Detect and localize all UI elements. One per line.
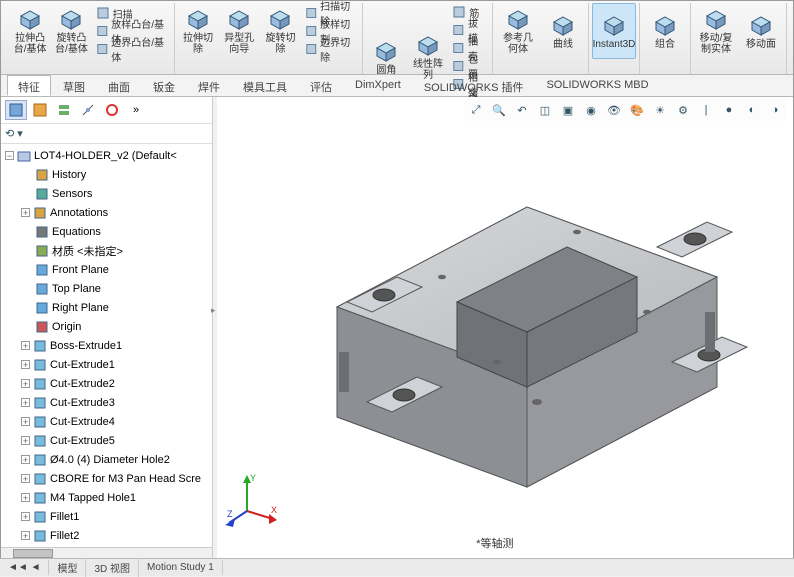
bottom-tab-3dview[interactable]: 3D 视图 bbox=[86, 558, 139, 577]
ribbon-combine[interactable]: 组合 bbox=[643, 3, 687, 59]
heads-up-toolbar: ⤢🔍↶◫▣◉👁🎨☀⚙|●◐◑ bbox=[464, 99, 787, 121]
tree-item-ce3[interactable]: +Cut-Extrude3 bbox=[21, 393, 210, 412]
tree-toolbar-icon[interactable]: ⟲ ▾ bbox=[5, 128, 23, 140]
headsup-prev-view[interactable]: ↶ bbox=[512, 101, 532, 119]
headsup-edit-appearance[interactable]: 🎨 bbox=[627, 101, 647, 119]
view-triad[interactable]: Y X Z bbox=[225, 473, 279, 527]
tree-item-ce2[interactable]: +Cut-Extrude2 bbox=[21, 374, 210, 393]
headsup-render2[interactable]: ◐ bbox=[742, 101, 762, 119]
tab-weldments[interactable]: 焊件 bbox=[187, 75, 231, 96]
tree-root[interactable]: −LOT4-HOLDER_v2 (Default< bbox=[5, 146, 210, 165]
tab-sheetmetal[interactable]: 钣金 bbox=[142, 75, 186, 96]
headsup-zoom-fit[interactable]: ⤢ bbox=[466, 101, 486, 119]
tab-dimxpert[interactable]: DimXpert bbox=[344, 75, 412, 96]
tab-sw-addins[interactable]: SOLIDWORKS 插件 bbox=[413, 75, 535, 96]
tab-sketch[interactable]: 草图 bbox=[52, 75, 96, 96]
headsup-apply-scene[interactable]: ☀ bbox=[650, 101, 670, 119]
tree-item-f2[interactable]: +Fillet2 bbox=[21, 526, 210, 545]
tab-mold[interactable]: 模具工具 bbox=[232, 75, 298, 96]
headsup-zoom-window[interactable]: 🔍 bbox=[489, 101, 509, 119]
tree-item-history[interactable]: History bbox=[21, 165, 210, 184]
headsup-view-settings[interactable]: ⚙ bbox=[673, 101, 693, 119]
headsup-display-style[interactable]: ◉ bbox=[581, 101, 601, 119]
tree-item-front[interactable]: Front Plane bbox=[21, 260, 210, 279]
tree-item-be1[interactable]: +Boss-Extrude1 bbox=[21, 336, 210, 355]
property-manager-tab[interactable] bbox=[29, 100, 51, 120]
part-model bbox=[277, 127, 757, 497]
manager-tab-bar: » bbox=[1, 97, 212, 124]
tree-item-h1[interactable]: +Ø4.0 (4) Diameter Hole2 bbox=[21, 450, 210, 469]
bottom-tab-motion[interactable]: Motion Study 1 bbox=[139, 560, 223, 575]
ribbon-ref-geom[interactable]: 参考几何体 bbox=[496, 3, 540, 59]
ribbon-curves[interactable]: 曲线 bbox=[541, 3, 585, 59]
main-area: » ⟲ ▾ −LOT4-HOLDER_v2 (Default<HistorySe… bbox=[1, 97, 793, 559]
ribbon-boss-extrude[interactable]: 拉伸凸台/基体 bbox=[10, 3, 50, 59]
tree-item-equations[interactable]: Equations bbox=[21, 222, 210, 241]
ribbon-move-face[interactable]: 移动面 bbox=[739, 3, 783, 59]
tree-item-top[interactable]: Top Plane bbox=[21, 279, 210, 298]
ribbon-rev-boss[interactable]: 旋转凸台/基体 bbox=[51, 3, 91, 59]
svg-text:Y: Y bbox=[250, 473, 256, 483]
feature-manager-tab[interactable] bbox=[5, 100, 27, 120]
ribbon-move-copy[interactable]: 移动/复制实体 bbox=[694, 3, 738, 59]
ribbon-cut-extrude[interactable]: 拉伸切除 bbox=[178, 3, 218, 59]
tree-item-ce4[interactable]: +Cut-Extrude4 bbox=[21, 412, 210, 431]
ribbon-instant3d[interactable]: Instant3D bbox=[592, 3, 636, 59]
tree-item-material[interactable]: 材质 <未指定> bbox=[21, 241, 210, 260]
tree-item-h3[interactable]: +M4 Tapped Hole1 bbox=[21, 488, 210, 507]
tree-item-right[interactable]: Right Plane bbox=[21, 298, 210, 317]
motion-tabs: ◄◄ ◄ 模型3D 视图Motion Study 1 bbox=[0, 558, 794, 576]
ribbon-boundary-cut[interactable]: 边界切除 bbox=[302, 40, 359, 58]
tree-item-origin[interactable]: Origin bbox=[21, 317, 210, 336]
headsup-render3[interactable]: ◑ bbox=[765, 101, 785, 119]
graphics-viewport[interactable]: ⤢🔍↶◫▣◉👁🎨☀⚙|●◐◑ bbox=[217, 97, 793, 559]
configuration-manager-tab[interactable] bbox=[53, 100, 75, 120]
display-manager-tab[interactable] bbox=[101, 100, 123, 120]
tree-item-annotations[interactable]: +Annotations bbox=[21, 203, 210, 222]
tab-surface[interactable]: 曲面 bbox=[97, 75, 141, 96]
svg-text:X: X bbox=[271, 505, 277, 515]
bottom-tab-model[interactable]: 模型 bbox=[49, 558, 86, 577]
feature-tree[interactable]: −LOT4-HOLDER_v2 (Default<HistorySensors+… bbox=[1, 144, 212, 547]
tab-nav-prev[interactable]: ◄◄ ◄ bbox=[0, 560, 49, 575]
tree-item-ce1[interactable]: +Cut-Extrude1 bbox=[21, 355, 210, 374]
tab-sw-mbd[interactable]: SOLIDWORKS MBD bbox=[535, 75, 659, 96]
headsup-view-orient[interactable]: ▣ bbox=[558, 101, 578, 119]
ribbon-hole-wizard[interactable]: 异型孔向导 bbox=[219, 3, 259, 59]
tree-item-h2[interactable]: +CBORE for M3 Pan Head Scre bbox=[21, 469, 210, 488]
view-name-label: *等轴测 bbox=[476, 535, 513, 551]
ribbon-boundary-boss[interactable]: 边界凸台/基体 bbox=[93, 40, 171, 58]
tree-item-ce5[interactable]: +Cut-Extrude5 bbox=[21, 431, 210, 450]
tree-item-sensors[interactable]: Sensors bbox=[21, 184, 210, 203]
headsup-hide-show[interactable]: 👁 bbox=[604, 101, 624, 119]
command-manager-tabs: 特征草图曲面钣金焊件模具工具评估DimXpertSOLIDWORKS 插件SOL… bbox=[1, 75, 793, 97]
tree-toolbar: ⟲ ▾ bbox=[1, 124, 212, 144]
tab-evaluate[interactable]: 评估 bbox=[299, 75, 343, 96]
headsup-section-view[interactable]: ◫ bbox=[535, 101, 555, 119]
tab-features[interactable]: 特征 bbox=[7, 75, 51, 96]
ribbon: 拉伸凸台/基体旋转凸台/基体扫描放样凸台/基体边界凸台/基体拉伸切除异型孔向导旋… bbox=[1, 1, 793, 75]
extra-manager-tab[interactable]: » bbox=[125, 100, 147, 120]
svg-text:Z: Z bbox=[227, 509, 233, 519]
feature-manager-panel: » ⟲ ▾ −LOT4-HOLDER_v2 (Default<HistorySe… bbox=[1, 97, 213, 559]
dimxpert-manager-tab[interactable] bbox=[77, 100, 99, 120]
headsup-render[interactable]: ● bbox=[719, 101, 739, 119]
ribbon-rev-cut[interactable]: 旋转切除 bbox=[260, 3, 300, 59]
tree-item-f1[interactable]: +Fillet1 bbox=[21, 507, 210, 526]
headsup-sep: | bbox=[696, 101, 716, 119]
